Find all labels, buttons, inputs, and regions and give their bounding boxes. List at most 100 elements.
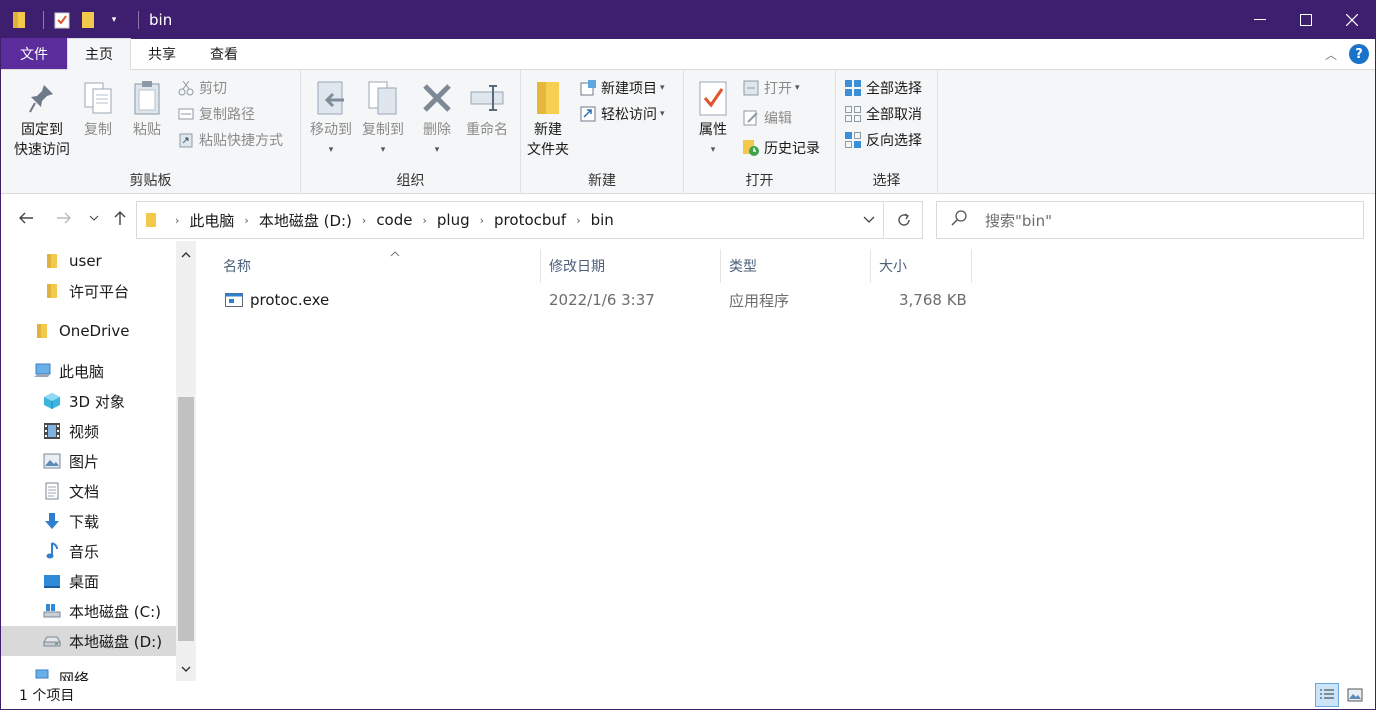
easy-access-button[interactable]: 轻松访问 ▾ — [579, 102, 665, 126]
folder-icon — [43, 252, 61, 270]
nav-pane-scrollbar[interactable] — [176, 241, 196, 681]
column-header-size[interactable]: 大小 — [871, 249, 972, 283]
recent-locations-button[interactable] — [83, 207, 105, 229]
crumb-plug[interactable]: plug — [437, 211, 470, 229]
nav-item-onedrive[interactable]: OneDrive — [1, 316, 176, 346]
paste-button[interactable]: 粘贴 — [125, 76, 169, 140]
exe-file-icon — [225, 285, 243, 315]
chevron-right-icon[interactable]: › — [423, 214, 427, 227]
tab-file[interactable]: 文件 — [1, 38, 67, 69]
close-button[interactable] — [1329, 1, 1375, 39]
folder-icon — [43, 282, 61, 300]
open-button[interactable]: 打开 ▾ — [742, 76, 800, 100]
forward-button[interactable] — [53, 207, 75, 229]
nav-item-drive-c[interactable]: 本地磁盘 (C:) — [1, 596, 176, 626]
rename-button[interactable]: 重命名 — [461, 76, 513, 140]
paste-shortcut-button[interactable]: 粘贴快捷方式 — [177, 128, 283, 152]
nav-item-drive-d[interactable]: 本地磁盘 (D:) — [1, 626, 176, 656]
new-folder-button[interactable]: 新建 文件夹 — [523, 76, 573, 160]
search-box[interactable]: 搜索"bin" — [936, 201, 1364, 239]
file-size: 3,768 KB — [899, 291, 967, 309]
address-dropdown-icon[interactable] — [863, 213, 875, 227]
chevron-right-icon[interactable]: › — [362, 214, 366, 227]
paste-icon — [129, 76, 165, 120]
refresh-button[interactable] — [885, 201, 923, 239]
copy-path-button[interactable]: 复制路径 — [177, 102, 255, 126]
tab-home[interactable]: 主页 — [67, 38, 131, 70]
desktop-icon — [43, 572, 61, 590]
navigation-row: › 此电脑 › 本地磁盘 (D:) › code › plug › protoc… — [1, 195, 1375, 241]
nav-item-user[interactable]: user — [1, 246, 176, 276]
group-open: 属性 ▾ 打开 ▾ 编辑 历史记录 打开 — [684, 70, 836, 194]
nav-item-license-platform[interactable]: 许可平台 — [1, 276, 176, 306]
cut-button[interactable]: 剪切 — [177, 76, 227, 100]
tab-share[interactable]: 共享 — [131, 38, 193, 69]
group-new: 新建 文件夹 新建项目 ▾ 轻松访问 ▾ 新建 — [521, 70, 684, 194]
file-row[interactable]: protoc.exe 2022/1/6 3:37 应用程序 3,768 KB — [217, 285, 977, 315]
details-view-button[interactable] — [1315, 683, 1339, 707]
column-header-name[interactable]: 名称 — [215, 249, 541, 283]
select-all-button[interactable]: 全部选择 — [844, 76, 922, 100]
new-item-button[interactable]: 新建项目 ▾ — [579, 76, 665, 100]
nav-item-videos[interactable]: 视频 — [1, 416, 176, 446]
tab-view[interactable]: 查看 — [193, 38, 255, 69]
status-bar: 1 个项目 — [1, 681, 1375, 709]
edit-button[interactable]: 编辑 — [742, 106, 792, 130]
column-header-type[interactable]: 类型 — [721, 249, 871, 283]
chevron-down-icon — [89, 215, 99, 221]
scroll-down-icon[interactable] — [176, 659, 196, 679]
crumb-drive-d[interactable]: 本地磁盘 (D:) — [259, 210, 352, 231]
file-list: 名称 修改日期 类型 大小 protoc.exe 2022/1/6 3:37 应… — [199, 241, 1375, 681]
scroll-up-icon[interactable] — [176, 245, 196, 265]
nav-item-desktop[interactable]: 桌面 — [1, 566, 176, 596]
nav-item-this-pc[interactable]: 此电脑 — [1, 356, 176, 386]
scrollbar-thumb[interactable] — [178, 397, 194, 641]
collapse-ribbon-icon[interactable]: ︿ — [1325, 46, 1337, 63]
computer-icon — [33, 362, 51, 380]
crumb-protocbuf[interactable]: protocbuf — [494, 211, 566, 229]
column-header-date[interactable]: 修改日期 — [541, 249, 721, 283]
copy-to-icon — [365, 76, 401, 120]
nav-item-network[interactable]: 网络 — [1, 666, 176, 681]
nav-item-downloads[interactable]: 下载 — [1, 506, 176, 536]
customize-dropdown-icon[interactable]: ▾ — [104, 10, 124, 30]
address-bar[interactable]: › 此电脑 › 本地磁盘 (D:) › code › plug › protoc… — [136, 201, 884, 239]
history-button[interactable]: 历史记录 — [742, 136, 820, 160]
nav-item-pictures[interactable]: 图片 — [1, 446, 176, 476]
properties-icon[interactable] — [52, 10, 72, 30]
group-label-new: 新建 — [588, 173, 616, 189]
crumb-code[interactable]: code — [376, 211, 412, 229]
file-name: protoc.exe — [250, 291, 330, 309]
scissors-icon — [177, 79, 195, 97]
crumb-bin[interactable]: bin — [591, 211, 614, 229]
copy-to-button[interactable]: 复制到 ▾ — [357, 76, 409, 160]
nav-item-3d-objects[interactable]: 3D 对象 — [1, 386, 176, 416]
nav-item-documents[interactable]: 文档 — [1, 476, 176, 506]
pin-quick-access-button[interactable]: 固定到 快速访问 — [7, 76, 77, 160]
delete-button[interactable]: 删除 ▾ — [417, 76, 457, 160]
crumb-this-pc[interactable]: 此电脑 — [189, 210, 234, 231]
maximize-button[interactable] — [1283, 1, 1329, 39]
chevron-right-icon[interactable]: › — [175, 214, 179, 227]
group-select: 全部选择 全部取消 反向选择 选择 — [836, 70, 938, 194]
help-icon[interactable]: ? — [1349, 44, 1369, 64]
select-none-button[interactable]: 全部取消 — [844, 102, 922, 126]
chevron-right-icon[interactable]: › — [480, 214, 484, 227]
up-button[interactable] — [109, 207, 131, 229]
search-placeholder: 搜索"bin" — [985, 211, 1052, 230]
chevron-right-icon[interactable]: › — [244, 214, 248, 227]
large-icons-view-button[interactable] — [1343, 683, 1367, 707]
invert-selection-button[interactable]: 反向选择 — [844, 128, 922, 152]
new-folder-icon[interactable] — [78, 10, 98, 30]
copy-button[interactable]: 复制 — [77, 76, 119, 140]
chevron-right-icon[interactable]: › — [576, 214, 580, 227]
group-label-clipboard: 剪贴板 — [129, 173, 172, 189]
search-icon — [951, 210, 967, 230]
item-count: 1 个项目 — [19, 688, 75, 704]
move-to-button[interactable]: 移动到 ▾ — [305, 76, 357, 160]
minimize-button[interactable] — [1237, 1, 1283, 39]
properties-button[interactable]: 属性 ▾ — [688, 76, 738, 160]
back-button[interactable] — [15, 207, 37, 229]
nav-item-music[interactable]: 音乐 — [1, 536, 176, 566]
download-icon — [43, 512, 61, 530]
